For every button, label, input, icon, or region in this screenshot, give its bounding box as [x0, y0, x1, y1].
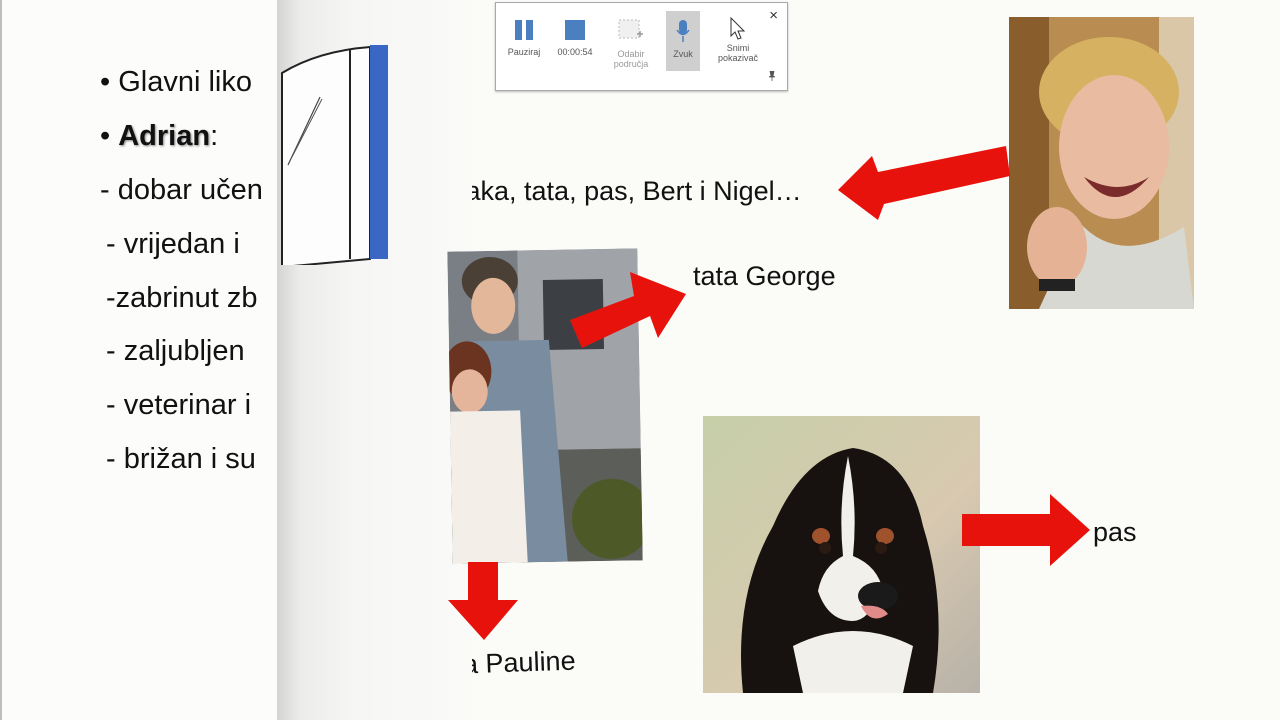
family-members-text: ɔaka, tata, pas, Bert i Nigel…	[452, 176, 802, 206]
adrian-name: Adrian	[118, 120, 211, 152]
pause-icon	[515, 20, 533, 40]
bullet-brizan: - brižan i su	[106, 443, 256, 475]
arrow-from-adrian	[838, 146, 1010, 220]
bullet-vrijedan: - vrijedan i	[106, 228, 240, 260]
stop-icon	[565, 20, 585, 40]
close-icon[interactable]: ×	[769, 7, 778, 24]
select-area-label: Odabir područja	[613, 49, 649, 69]
recording-timer: 00:00:54	[557, 47, 593, 57]
arrow-to-pas	[962, 494, 1090, 566]
bullet-veterinar: - veterinar i	[106, 389, 252, 421]
book-sketch-icon	[281, 45, 388, 265]
adrian-colon: :	[210, 120, 219, 152]
bullet-zaljubljen: - zaljubljen	[106, 335, 245, 367]
dog-photo	[703, 416, 980, 693]
bullet-marker: •	[100, 120, 111, 152]
select-area-button[interactable]: Odabir područja	[603, 11, 659, 71]
select-area-icon	[618, 19, 643, 39]
tata-george-label: tata George	[693, 261, 836, 291]
record-pointer-button[interactable]: Snimi pokazivač	[710, 11, 766, 71]
pin-icon[interactable]	[768, 70, 776, 84]
pause-label: Pauziraj	[507, 47, 541, 57]
pointer-icon	[730, 17, 746, 40]
audio-label: Zvuk	[673, 49, 693, 59]
stop-button[interactable]: 00:00:54	[547, 11, 603, 71]
arrow-to-pauline	[448, 562, 518, 640]
bullet-adrian: • Adrian:	[100, 120, 218, 153]
bullet-dobar-ucenik: - dobar učen	[100, 174, 263, 206]
pause-button[interactable]: Pauziraj	[496, 11, 552, 71]
screen-recording-toolbar: Pauziraj 00:00:54 Odabir područja Zvuk S…	[495, 2, 788, 91]
pas-label: pas	[1093, 517, 1137, 547]
adrian-photo	[1009, 17, 1194, 309]
arrow-to-tata	[570, 272, 686, 348]
slide-left-panel: • Glavni liko • Adrian: - dobar učen - v…	[0, 0, 292, 720]
microphone-icon	[676, 20, 690, 42]
bullet-glavni-likovi: • Glavni liko	[100, 66, 252, 98]
audio-toggle-button[interactable]: Zvuk	[666, 11, 700, 71]
bullet-zabrinut: -zabrinut zb	[106, 282, 258, 314]
record-pointer-label: Snimi pokazivač	[717, 43, 759, 63]
